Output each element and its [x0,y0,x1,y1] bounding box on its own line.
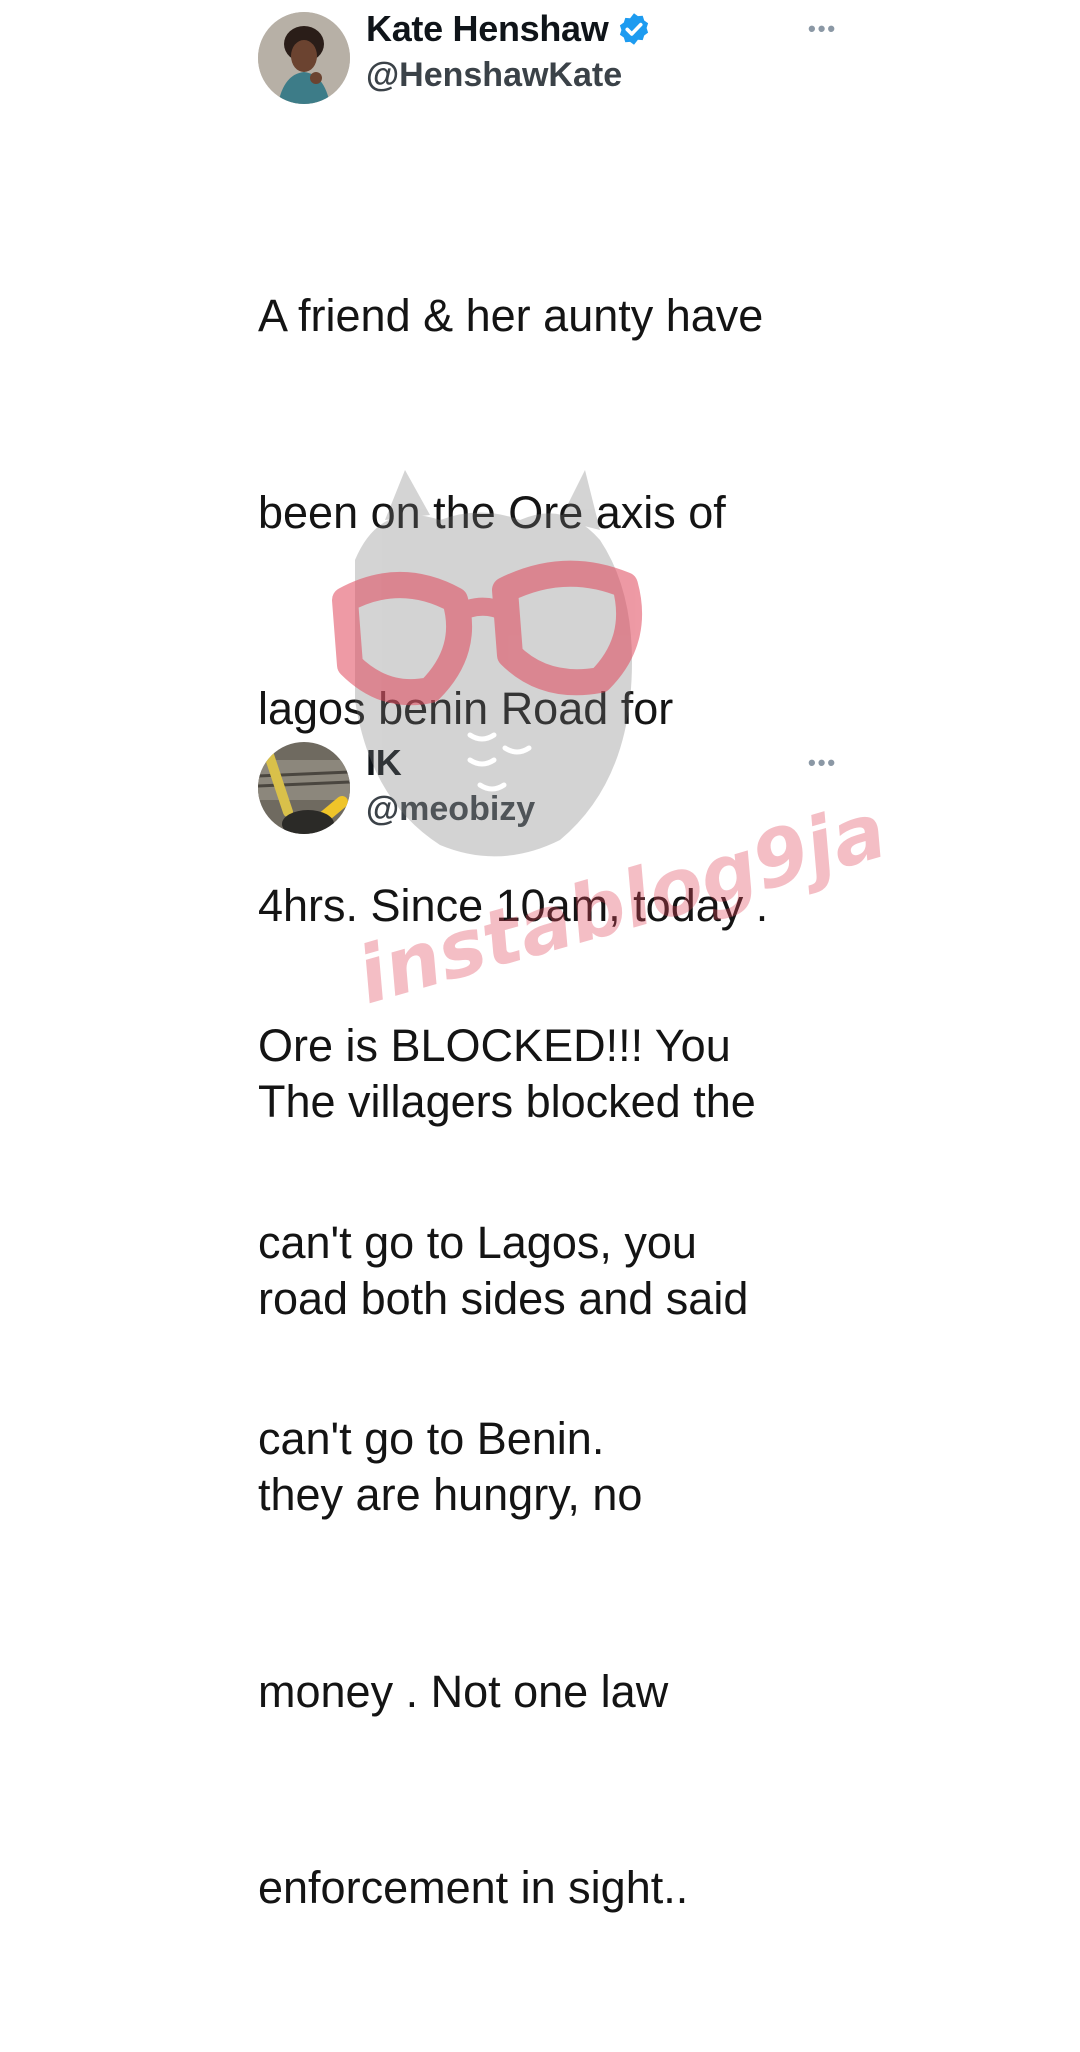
avatar[interactable] [258,12,350,104]
text-line: been on the Ore axis of [258,486,726,538]
text-line: can't go to Lagos, you [258,1216,697,1268]
text-line: lagos benin Road for [258,683,674,734]
text-line: enforcement in sight.. [258,1862,689,1913]
display-name[interactable]: IK [366,742,402,784]
handle[interactable]: @meobizy [366,790,535,829]
more-horizontal-icon[interactable]: ••• [808,18,837,40]
tweet-ik: IK @meobizy ••• Ore is BLOCKED!!! You ca… [0,740,1080,1464]
avatar[interactable] [258,742,350,834]
more-horizontal-icon[interactable]: ••• [808,752,837,774]
text-line: A friend & her aunty have [258,290,764,341]
display-name[interactable]: Kate Henshaw [366,8,609,50]
verified-badge-icon [620,13,649,45]
tweet-kate-henshaw: Kate Henshaw @HenshawKate ••• A friend &… [0,0,1080,1913]
text-line: can't go to Benin. [258,1413,605,1464]
handle[interactable]: @HenshawKate [366,56,622,95]
tweet-text: Ore is BLOCKED!!! You can't go to Lagos,… [258,882,731,1603]
text-line: Ore is BLOCKED!!! You [258,1020,731,1071]
text-line: money . Not one law [258,1665,669,1717]
